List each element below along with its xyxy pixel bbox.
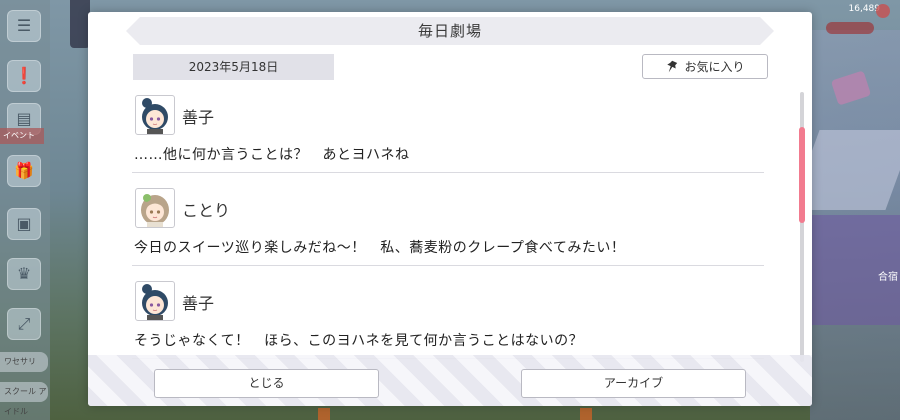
daily-theater-dialog: 毎日劇場 2023年5月18日 お気に入り 善子 ……他に何か言うことは？ あと… [88, 12, 812, 406]
message-divider [132, 265, 764, 266]
screen-icon: ▣ [7, 208, 41, 240]
event-tag: イベント [0, 128, 44, 144]
dialog-title-bar: 毎日劇場 [126, 17, 774, 45]
kotori-avatar-icon [135, 188, 175, 228]
notice-icon: ❗ [7, 60, 41, 92]
archive-button[interactable]: アーカイブ [521, 369, 746, 398]
speaker-name: 善子 [182, 108, 215, 127]
expand-icon: ⤢ [7, 308, 41, 340]
message-text: ……他に何か言うことは？ あとヨハネね [134, 147, 410, 163]
message-text: そうじゃなくて！ ほら、このヨハネを見て何か言うことはないの？ [134, 333, 584, 349]
favorite-button[interactable]: お気に入り [642, 54, 768, 79]
message-item: 善子 そうじゃなくて！ ほら、このヨハネを見て何か言うことはないの？ [132, 278, 768, 362]
accessory-tab: ワセサリ [0, 352, 48, 372]
favorite-label: お気に入り [684, 60, 745, 74]
cone-icon [318, 408, 330, 420]
message-text: 今日のスイーツ巡り楽しみだね～！ 私、蕎麦粉のクレープ食べてみたい！ [134, 240, 626, 256]
date-label: 2023年5月18日 [188, 60, 279, 74]
character-thumbnail [70, 0, 90, 48]
training-camp-label: 合宿 [878, 272, 898, 283]
message-divider [132, 172, 764, 173]
speaker-name: ことり [182, 201, 231, 220]
dialog-title: 毎日劇場 [417, 22, 482, 40]
message-list[interactable]: 善子 ……他に何か言うことは？ あとヨハネね ことり 今日のスイーツ巡り楽しみだ… [132, 92, 768, 362]
pin-icon [667, 60, 678, 72]
gift-icon: 🎁 [7, 155, 41, 187]
menu-icon: ☰ [7, 10, 41, 42]
currency-sub-bar [826, 22, 874, 34]
yoshiko-avatar-icon [135, 281, 175, 321]
cone-icon [580, 408, 592, 420]
speaker-name: 善子 [182, 294, 215, 313]
school-idol-tab: スクール アイドル [0, 382, 48, 416]
message-item: 善子 ……他に何か言うことは？ あとヨハネね [132, 92, 768, 185]
yoshiko-avatar-icon [135, 95, 175, 135]
message-item: ことり 今日のスイーツ巡り楽しみだね～！ 私、蕎麦粉のクレープ食べてみたい！ [132, 185, 768, 278]
scrollbar-thumb[interactable] [799, 127, 805, 223]
trophy-icon: ♛ [7, 258, 41, 290]
add-currency-icon [876, 4, 890, 18]
date-bar: 2023年5月18日 [133, 54, 334, 80]
close-button[interactable]: とじる [154, 369, 379, 398]
